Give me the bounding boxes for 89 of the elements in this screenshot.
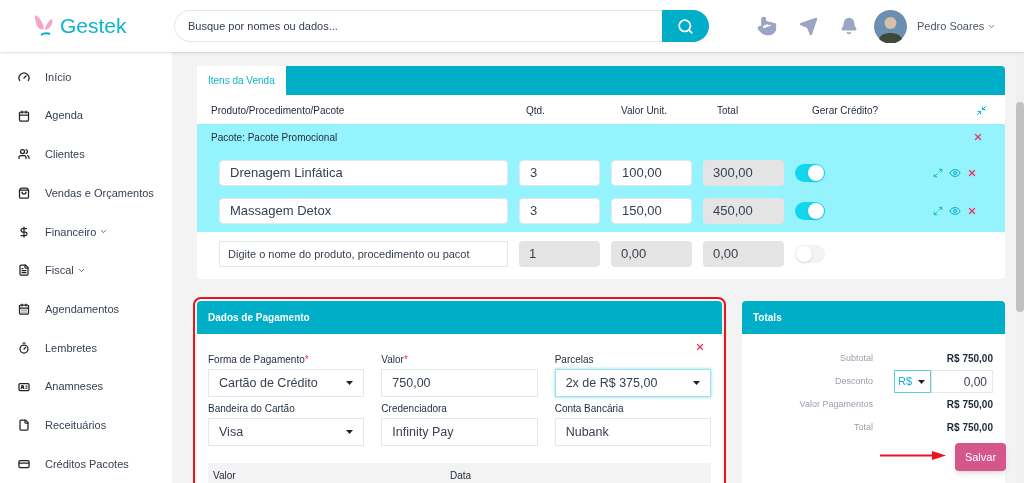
unit-price-field[interactable]: 100,00 bbox=[611, 160, 692, 186]
close-icon[interactable] bbox=[973, 132, 983, 142]
totals-label: Total bbox=[853, 420, 873, 434]
input-field[interactable]: Nubank bbox=[554, 418, 711, 446]
totals-label: Valor Pagamentos bbox=[798, 397, 873, 411]
brand-name: Gestek bbox=[60, 13, 127, 40]
collapse-icon[interactable] bbox=[976, 104, 987, 116]
field-label: Valor* bbox=[381, 354, 409, 366]
totals-value: R$ 750,00 bbox=[946, 421, 993, 435]
caret-icon bbox=[918, 379, 926, 384]
paper-plane-icon[interactable] bbox=[799, 16, 818, 36]
field-label: Forma de Pagamento* bbox=[208, 354, 310, 366]
hand-icon[interactable] bbox=[757, 16, 777, 36]
package-title: Pacote: Pacote Promocional bbox=[211, 130, 338, 145]
calendar-icon bbox=[18, 303, 30, 316]
sidebar-item[interactable]: Lembretes bbox=[18, 338, 172, 357]
user-menu[interactable]: Pedro Soares bbox=[917, 17, 997, 35]
select-field[interactable]: 2x de R$ 375,00 bbox=[554, 369, 711, 397]
gauge-icon bbox=[18, 71, 30, 83]
column-header: Produto/Procedimento/Pacote bbox=[211, 103, 346, 118]
select-field[interactable]: Cartão de Crédito bbox=[208, 369, 365, 397]
avatar[interactable] bbox=[874, 9, 907, 43]
card-icon bbox=[18, 457, 30, 470]
field-label: Parcelas bbox=[554, 354, 595, 366]
unit-price-field[interactable]: 150,00 bbox=[611, 198, 692, 224]
file-icon bbox=[18, 419, 30, 432]
sidebar-item[interactable]: Agendamentos bbox=[18, 300, 172, 319]
field-label: Conta Bancária bbox=[554, 403, 625, 415]
quantity-field: 1 bbox=[519, 241, 600, 267]
save-button[interactable]: Salvar bbox=[955, 443, 1006, 471]
sidebar-item[interactable]: Créditos Pacotes bbox=[18, 454, 172, 473]
field-label: Bandeira do Cartão bbox=[208, 403, 296, 415]
column-header: Total bbox=[717, 103, 740, 118]
totals-label: Desconto bbox=[833, 374, 873, 388]
column-header: Valor Unit. bbox=[621, 103, 668, 118]
close-icon[interactable] bbox=[967, 168, 977, 178]
card-title: Dados de Pagamento bbox=[208, 311, 310, 325]
toggle-switch[interactable] bbox=[795, 202, 825, 220]
expand-icon[interactable] bbox=[933, 168, 943, 178]
stopwatch-icon bbox=[18, 341, 30, 354]
sidebar-item[interactable]: Início bbox=[18, 68, 172, 86]
totals-value: R$ 750,00 bbox=[946, 352, 993, 366]
sidebar-item[interactable]: Clientes bbox=[18, 145, 172, 164]
users-icon bbox=[18, 148, 30, 161]
unit-price-field: 0,00 bbox=[611, 241, 692, 267]
id-card-icon bbox=[18, 380, 30, 393]
column-header: Data bbox=[450, 468, 472, 483]
sidebar-item[interactable]: Financeiro bbox=[18, 222, 172, 241]
document-icon bbox=[18, 264, 30, 277]
close-icon[interactable] bbox=[967, 206, 977, 216]
input-field[interactable]: Infinity Pay bbox=[381, 418, 538, 446]
search-field[interactable]: Busque por nomes ou dados... bbox=[174, 10, 662, 42]
column-header: Qtd. bbox=[526, 103, 546, 118]
bag-icon bbox=[18, 187, 30, 200]
bell-icon[interactable] bbox=[840, 17, 858, 35]
sidebar-item[interactable]: Vendas e Orçamentos bbox=[18, 184, 172, 203]
card-title: Totals bbox=[753, 311, 782, 325]
caret-icon bbox=[346, 381, 354, 385]
totals-value: R$ 750,00 bbox=[946, 398, 993, 412]
column-header: Valor bbox=[213, 468, 237, 483]
input-field[interactable]: 750,00 bbox=[381, 369, 538, 397]
dollar-icon bbox=[18, 225, 30, 238]
quantity-field[interactable]: 3 bbox=[519, 198, 600, 224]
total-field: 450,00 bbox=[703, 198, 784, 224]
column-header: Gerar Crédito? bbox=[812, 103, 880, 118]
calendar-icon bbox=[18, 109, 30, 122]
caret-icon bbox=[693, 381, 700, 385]
eye-icon[interactable] bbox=[949, 205, 961, 217]
arrow-icon bbox=[880, 451, 946, 460]
sidebar-item[interactable]: Receituários bbox=[18, 416, 172, 435]
caret-icon bbox=[346, 430, 354, 434]
product-field[interactable]: Drenagem Linfática bbox=[219, 160, 508, 186]
sidebar-item[interactable]: Fiscal bbox=[18, 261, 172, 280]
select-field[interactable]: Visa bbox=[208, 418, 365, 446]
quantity-field[interactable]: 3 bbox=[519, 160, 600, 186]
expand-icon[interactable] bbox=[933, 206, 943, 216]
total-field: 0,00 bbox=[703, 241, 784, 267]
field-label: Credenciadora bbox=[381, 403, 448, 415]
discount-field[interactable]: 0,00 bbox=[931, 370, 993, 393]
close-icon[interactable] bbox=[695, 342, 705, 352]
toggle-switch[interactable] bbox=[795, 164, 825, 182]
search-button[interactable] bbox=[662, 10, 709, 42]
eye-icon[interactable] bbox=[949, 167, 961, 179]
total-field: 300,00 bbox=[703, 160, 784, 186]
sidebar-item[interactable]: Agenda bbox=[18, 106, 172, 125]
totals-label: Subtotal bbox=[838, 351, 873, 365]
search-icon bbox=[677, 17, 694, 35]
sidebar-item[interactable]: Anamneses bbox=[18, 377, 172, 396]
product-field[interactable]: Massagem Detox bbox=[219, 198, 508, 224]
